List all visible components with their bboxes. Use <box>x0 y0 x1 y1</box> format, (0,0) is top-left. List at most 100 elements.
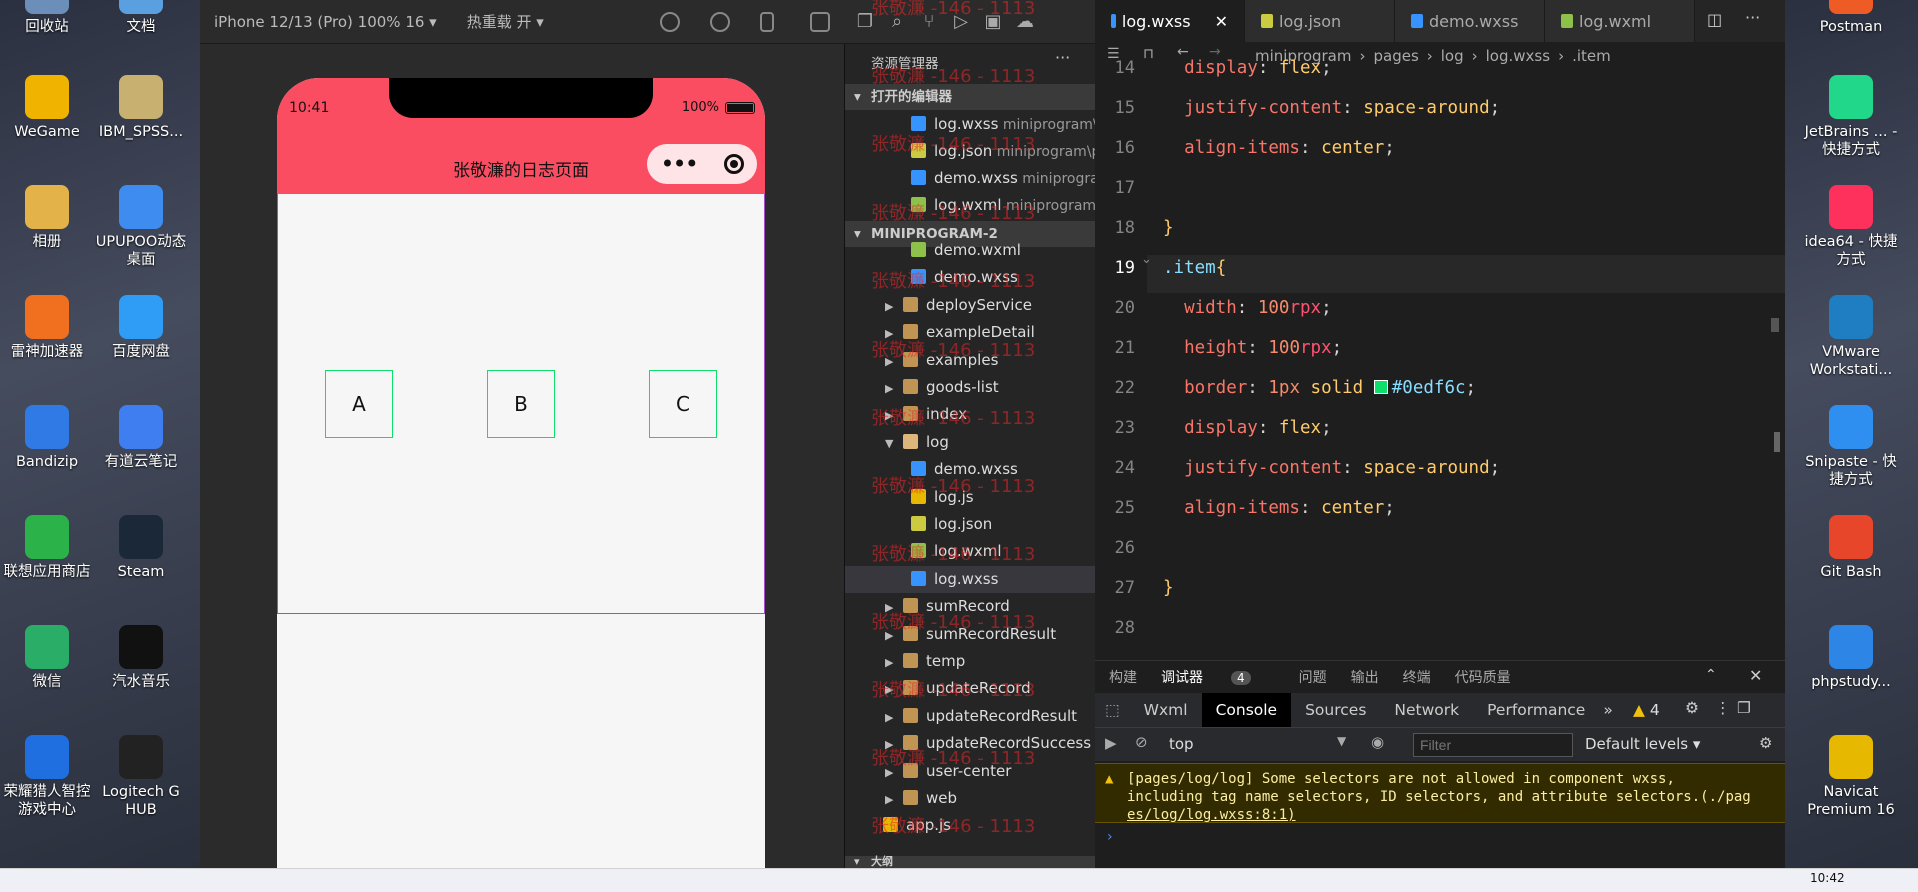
desktop-shortcut[interactable]: 回收站 <box>0 0 95 36</box>
file-tree-item[interactable]: demo.wxss <box>845 264 1095 291</box>
desktop-shortcut[interactable]: Logitech G HUB <box>93 735 189 819</box>
outline-section[interactable]: 大纲 <box>845 856 1095 868</box>
tab-output[interactable]: 输出 <box>1351 667 1379 687</box>
stop-icon[interactable] <box>710 12 730 32</box>
breadcrumb-item[interactable]: pages <box>1373 47 1418 65</box>
file-tree-item[interactable]: log.js <box>845 484 1095 511</box>
capsule-menu[interactable]: ••• <box>647 144 757 184</box>
editor-tab[interactable]: demo.wxss <box>1395 0 1545 42</box>
item-a[interactable]: A <box>325 369 393 438</box>
file-tree-item[interactable]: ▶ sumRecord <box>845 593 1095 620</box>
filter-input[interactable] <box>1413 733 1573 757</box>
open-editors-section[interactable]: 打开的编辑器 <box>845 84 1095 110</box>
chevron-right-icon[interactable]: ▶ <box>885 649 895 675</box>
file-tree-item[interactable]: log.wxss miniprogram\p... <box>845 111 1095 138</box>
files-icon[interactable]: ❐ <box>855 12 875 32</box>
cloud-icon[interactable]: ☁ <box>1015 12 1035 32</box>
close-panel-icon[interactable]: ✕ <box>1749 666 1762 685</box>
file-tree-item[interactable]: app.js <box>845 812 1095 839</box>
tab-code-quality[interactable]: 代码质量 <box>1455 667 1511 687</box>
devtools-tab-performance[interactable]: Performance <box>1473 693 1599 727</box>
chevron-right-icon[interactable]: ▶ <box>885 759 895 785</box>
editor-tab[interactable]: log.wxss ✕ <box>1095 0 1245 42</box>
more-actions-icon[interactable]: ··· <box>1055 48 1070 67</box>
chevron-right-icon[interactable]: ▶ <box>885 320 895 346</box>
file-tree-item[interactable]: ▶ user-center <box>845 758 1095 785</box>
kebab-menu-icon[interactable]: ⋮ <box>1715 699 1731 717</box>
devtools-tab-sources[interactable]: Sources <box>1291 693 1380 727</box>
devtools-tab-wxml[interactable]: Wxml <box>1130 693 1202 727</box>
file-tree-item[interactable]: log.wxss <box>845 565 1095 593</box>
file-tree-item[interactable]: ▶ sumRecordResult <box>845 621 1095 648</box>
desktop-shortcut[interactable]: 荣耀猎人智控游戏中心 <box>0 735 95 819</box>
file-tree-item[interactable]: ▶ updateRecordSuccess <box>845 730 1095 757</box>
color-swatch[interactable] <box>1373 380 1388 394</box>
chevron-right-icon[interactable]: ▶ <box>885 348 895 374</box>
desktop-shortcut[interactable]: WeGame <box>0 75 95 141</box>
file-tree-item[interactable]: ▶ web <box>845 785 1095 812</box>
desktop-shortcut[interactable]: 有道云笔记 <box>93 405 189 471</box>
desktop-shortcut[interactable]: JetBrains ... - 快捷方式 <box>1803 75 1899 159</box>
desktop-shortcut[interactable]: VMware Workstati... <box>1803 295 1899 379</box>
more-icon[interactable]: ••• <box>660 150 698 178</box>
desktop-shortcut[interactable]: 百度网盘 <box>93 295 189 361</box>
tab-terminal[interactable]: 终端 <box>1403 667 1431 687</box>
file-tree-item[interactable]: log.json <box>845 511 1095 538</box>
warning-counter[interactable]: ▲ 4 <box>1633 701 1660 719</box>
chevron-right-icon[interactable]: ▶ <box>885 676 895 702</box>
settings-icon[interactable]: ⚙ <box>1685 699 1699 717</box>
desktop-shortcut[interactable]: 汽水音乐 <box>93 625 189 691</box>
chevron-right-icon[interactable]: ▶ <box>885 786 895 812</box>
desktop-shortcut[interactable]: 微信 <box>0 625 95 691</box>
sidebar-toggle-icon[interactable]: ▶ <box>1105 734 1117 752</box>
file-tree-item[interactable]: ▶ updateRecordResult <box>845 703 1095 730</box>
devtools-tab-console[interactable]: Console <box>1201 693 1292 727</box>
console-settings-icon[interactable]: ⚙ <box>1759 734 1772 752</box>
file-tree-item[interactable]: demo.wxss <box>845 456 1095 483</box>
device-selector[interactable]: iPhone 12/13 (Pro) 100% 16 ▾ <box>200 13 437 31</box>
chevron-right-icon[interactable]: ▶ <box>885 731 895 757</box>
desktop-shortcut[interactable]: Steam <box>93 515 189 581</box>
editor-more-icon[interactable]: ··· <box>1745 8 1760 27</box>
file-tree-item[interactable]: ▶ index <box>845 401 1095 428</box>
chevron-right-icon[interactable]: ▶ <box>885 375 895 401</box>
chevron-right-icon[interactable]: ▶ <box>885 402 895 428</box>
close-target-icon[interactable] <box>723 154 744 174</box>
eye-icon[interactable]: ◉ <box>1371 733 1384 751</box>
collapse-panel-icon[interactable]: ⌃ <box>1705 667 1717 683</box>
context-select[interactable]: top <box>1169 735 1194 753</box>
levels-select[interactable]: Default levels ▾ <box>1585 735 1700 753</box>
desktop-shortcut[interactable]: Bandizip <box>0 405 95 471</box>
desktop-shortcut[interactable]: 雷神加速器 <box>0 295 95 361</box>
inspect-icon[interactable]: ⬚ <box>1095 693 1130 727</box>
warning-link[interactable]: es/log/log.wxss:8:1) <box>1127 806 1775 824</box>
chevron-right-icon[interactable]: ▶ <box>885 622 895 648</box>
phone-icon[interactable] <box>760 12 774 32</box>
context-dropdown-icon[interactable]: ▼ <box>1337 734 1346 748</box>
console-prompt-icon[interactable]: › <box>1107 829 1113 845</box>
chevron-right-icon[interactable]: ▶ <box>885 704 895 730</box>
file-tree-item[interactable]: demo.wxss miniprogra... <box>845 165 1095 192</box>
split-editor-icon[interactable]: ◫ <box>1707 10 1722 29</box>
file-tree-item[interactable]: log.wxml <box>845 538 1095 565</box>
file-tree-item[interactable]: ▶ temp <box>845 648 1095 675</box>
desktop-shortcut[interactable]: 文档 <box>93 0 189 36</box>
breadcrumb-item[interactable]: log <box>1441 47 1464 65</box>
search-icon[interactable]: ⌕ <box>887 12 907 32</box>
file-tree-item[interactable]: ▶ examples <box>845 347 1095 374</box>
editor-tab[interactable]: log.json <box>1245 0 1395 42</box>
desktop-shortcut[interactable]: Snipaste - 快捷方式 <box>1803 405 1899 489</box>
tab-debugger[interactable]: 调试器 4 <box>1161 667 1275 687</box>
desktop-shortcut[interactable]: 相册 <box>0 185 95 251</box>
desktop-shortcut[interactable]: Postman <box>1803 0 1899 36</box>
file-tree-item[interactable]: ▶ exampleDetail <box>845 319 1095 346</box>
chevron-right-icon[interactable]: ▶ <box>885 293 895 319</box>
breadcrumb-item[interactable]: .item <box>1572 47 1611 65</box>
desktop-shortcut[interactable]: UPUPOO动态桌面 <box>93 185 189 269</box>
file-tree-item[interactable]: ▶ goods-list <box>845 374 1095 401</box>
item-b[interactable]: B <box>487 369 555 438</box>
file-tree-item[interactable]: ▶ updateRecord <box>845 675 1095 702</box>
item-c[interactable]: C <box>649 369 717 438</box>
tab-build[interactable]: 构建 <box>1109 667 1137 687</box>
clear-console-icon[interactable]: ⊘ <box>1135 733 1148 751</box>
